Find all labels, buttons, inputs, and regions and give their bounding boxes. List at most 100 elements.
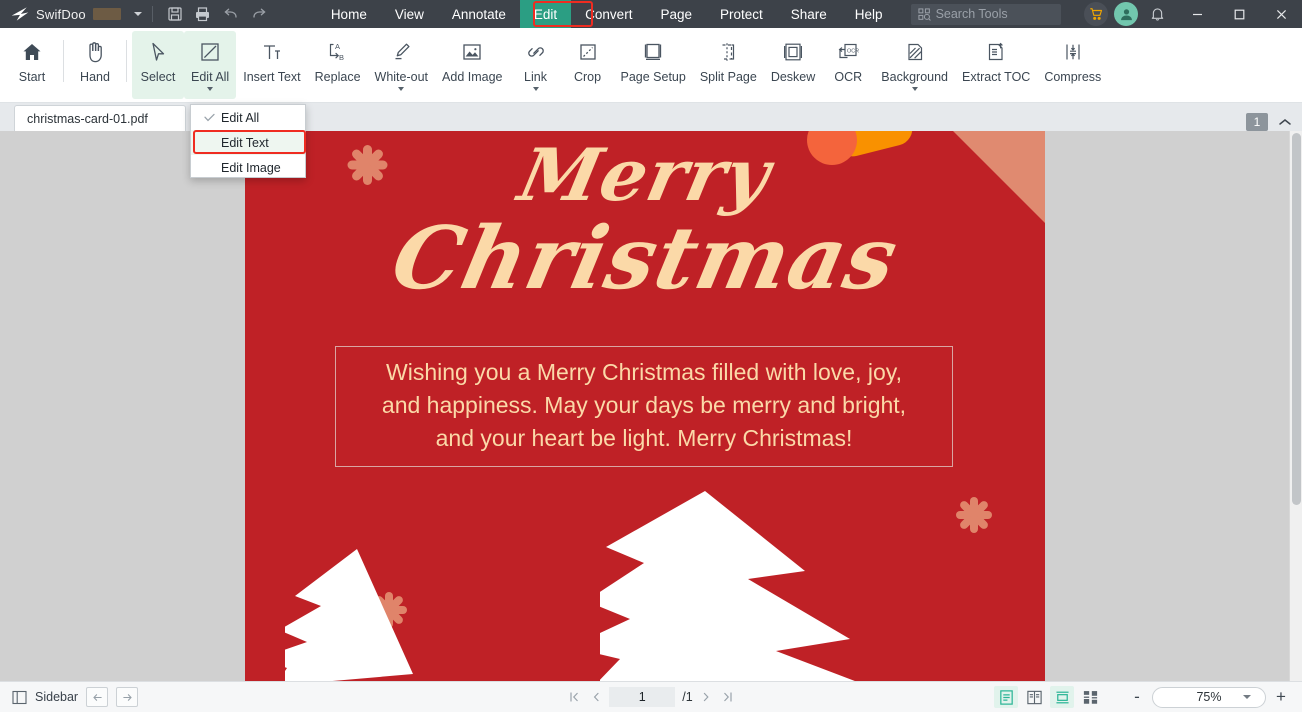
vertical-scrollbar[interactable] bbox=[1289, 131, 1302, 681]
print-icon[interactable] bbox=[189, 0, 217, 28]
pdf-page-canvas[interactable]: Merry Christmas Wishing you a Merry Chri… bbox=[245, 131, 1045, 681]
user-avatar-icon[interactable] bbox=[1114, 2, 1138, 26]
ribbon-ocr-button[interactable]: OCR OCR bbox=[822, 31, 874, 99]
nav-back-button[interactable] bbox=[86, 687, 109, 707]
search-tools-box[interactable]: Search Tools bbox=[910, 3, 1061, 25]
zoom-out-button[interactable]: - bbox=[1126, 686, 1148, 708]
deco-tree-right bbox=[600, 491, 855, 681]
ribbon-hand-button[interactable]: Hand bbox=[69, 31, 121, 99]
ribbon-insert-text-button[interactable]: Insert Text bbox=[236, 31, 307, 99]
whiteout-chevron-down-icon[interactable] bbox=[398, 87, 405, 91]
edit-all-chevron-down-icon[interactable] bbox=[207, 87, 214, 91]
ribbon-replace-button[interactable]: A B Replace bbox=[308, 31, 368, 99]
ribbon-whiteout-button[interactable]: White-out bbox=[368, 31, 436, 99]
continuous-scroll-view-button[interactable] bbox=[1050, 686, 1074, 708]
page-count-badge: 1 bbox=[1246, 113, 1268, 131]
ribbon-background-button[interactable]: Background bbox=[874, 31, 955, 99]
dropdown-item-edit-all[interactable]: Edit All bbox=[191, 105, 305, 130]
ribbon-page-setup-button[interactable]: Page Setup bbox=[614, 31, 693, 99]
zoom-in-button[interactable]: + bbox=[1270, 686, 1292, 708]
page-total-label: /1 bbox=[682, 690, 693, 704]
pdf-text-box-selected[interactable]: Wishing you a Merry Christmas filled wit… bbox=[335, 346, 953, 467]
ribbon-label: Insert Text bbox=[243, 70, 301, 84]
two-page-icon bbox=[1026, 690, 1042, 704]
search-tools-label: Search Tools bbox=[935, 7, 1008, 21]
ribbon-add-image-button[interactable]: Add Image bbox=[435, 31, 509, 99]
scrollbar-thumb[interactable] bbox=[1292, 133, 1301, 505]
sidebar-icon bbox=[12, 690, 27, 704]
menu-help[interactable]: Help bbox=[841, 0, 897, 28]
collapse-ribbon-chevron-up-icon[interactable] bbox=[1276, 113, 1294, 131]
document-tab[interactable]: christmas-card-01.pdf bbox=[14, 105, 186, 131]
ribbon-edit-all-button[interactable]: Edit All bbox=[184, 31, 237, 99]
ribbon-label: Split Page bbox=[699, 70, 757, 84]
cart-icon[interactable] bbox=[1084, 2, 1108, 26]
ribbon-compress-button[interactable]: Compress bbox=[1037, 31, 1108, 99]
menu-protect[interactable]: Protect bbox=[706, 0, 777, 28]
menu-view[interactable]: View bbox=[381, 0, 438, 28]
page-setup-icon bbox=[642, 37, 664, 67]
deco-tree-left bbox=[285, 549, 413, 681]
zoom-level-selector[interactable]: 75% bbox=[1152, 686, 1266, 708]
ribbon-extract-toc-button[interactable]: Extract TOC bbox=[955, 31, 1037, 99]
menu-annotate[interactable]: Annotate bbox=[438, 0, 520, 28]
background-chevron-down-icon[interactable] bbox=[911, 87, 918, 91]
pdf-body-line3: and your heart be light. Merry Christmas… bbox=[435, 425, 853, 451]
pdf-heading[interactable]: Merry Christmas bbox=[245, 132, 1045, 309]
whiteout-icon bbox=[390, 37, 412, 67]
brand-chevron-down-icon[interactable] bbox=[133, 12, 142, 16]
edit-all-dropdown-menu: Edit All Edit Text Edit Image bbox=[190, 104, 306, 178]
menu-page[interactable]: Page bbox=[646, 0, 706, 28]
titlebar-divider bbox=[151, 6, 153, 22]
ribbon-label: Add Image bbox=[442, 70, 503, 84]
home-icon bbox=[21, 37, 43, 67]
prev-page-icon[interactable] bbox=[587, 687, 605, 707]
page-number-input[interactable] bbox=[609, 687, 676, 707]
save-icon[interactable] bbox=[161, 0, 189, 28]
ribbon-label: White-out bbox=[374, 70, 429, 84]
minimize-button[interactable] bbox=[1176, 0, 1218, 28]
ribbon-label: Link bbox=[524, 70, 547, 84]
menu-share[interactable]: Share bbox=[777, 0, 841, 28]
dropdown-item-label: Edit All bbox=[221, 110, 260, 125]
crop-icon bbox=[577, 37, 599, 67]
ribbon-start-button[interactable]: Start bbox=[6, 31, 58, 99]
document-work-area: Merry Christmas Wishing you a Merry Chri… bbox=[0, 131, 1302, 681]
ribbon-label: Crop bbox=[573, 70, 602, 84]
sidebar-label: Sidebar bbox=[35, 690, 79, 704]
link-chevron-down-icon[interactable] bbox=[532, 87, 539, 91]
first-page-icon[interactable] bbox=[565, 687, 583, 707]
close-button[interactable] bbox=[1260, 0, 1302, 28]
ribbon-link-button[interactable]: Link bbox=[510, 31, 562, 99]
main-menu-bar: Home View Annotate Edit Convert Page Pro… bbox=[317, 0, 1061, 28]
notifications-bell-icon[interactable] bbox=[1144, 0, 1170, 28]
insert-text-icon bbox=[261, 37, 283, 67]
undo-icon[interactable] bbox=[217, 0, 245, 28]
maximize-button[interactable] bbox=[1218, 0, 1260, 28]
zoom-chevron-down-icon[interactable] bbox=[1243, 695, 1251, 699]
menu-convert[interactable]: Convert bbox=[571, 0, 646, 28]
ribbon-select-button[interactable]: Select bbox=[132, 31, 184, 99]
brand-name: SwifDoo bbox=[36, 6, 86, 22]
single-page-view-button[interactable] bbox=[994, 686, 1018, 708]
svg-text:A: A bbox=[335, 42, 340, 51]
menu-home[interactable]: Home bbox=[317, 0, 381, 28]
ribbon-split-page-button[interactable]: Split Page bbox=[693, 31, 764, 99]
sidebar-toggle[interactable]: Sidebar bbox=[12, 690, 78, 705]
brand-area[interactable]: SwifDoo bbox=[0, 5, 142, 23]
replace-icon: A B bbox=[326, 37, 350, 67]
extract-toc-icon bbox=[985, 37, 1007, 67]
two-page-view-button[interactable] bbox=[1022, 686, 1046, 708]
thumbnail-grid-view-button[interactable] bbox=[1078, 686, 1102, 708]
redo-icon[interactable] bbox=[245, 0, 273, 28]
compress-icon bbox=[1062, 37, 1084, 67]
nav-forward-button[interactable] bbox=[116, 687, 139, 707]
menu-edit[interactable]: Edit bbox=[519, 0, 572, 28]
continuous-scroll-icon bbox=[1055, 691, 1069, 703]
ribbon-crop-button[interactable]: Crop bbox=[562, 31, 614, 99]
next-page-icon[interactable] bbox=[697, 687, 715, 707]
last-page-icon[interactable] bbox=[719, 687, 737, 707]
dropdown-item-edit-image[interactable]: Edit Image bbox=[191, 155, 305, 180]
dropdown-item-edit-text[interactable]: Edit Text bbox=[191, 130, 305, 155]
ribbon-deskew-button[interactable]: Deskew bbox=[764, 31, 822, 99]
